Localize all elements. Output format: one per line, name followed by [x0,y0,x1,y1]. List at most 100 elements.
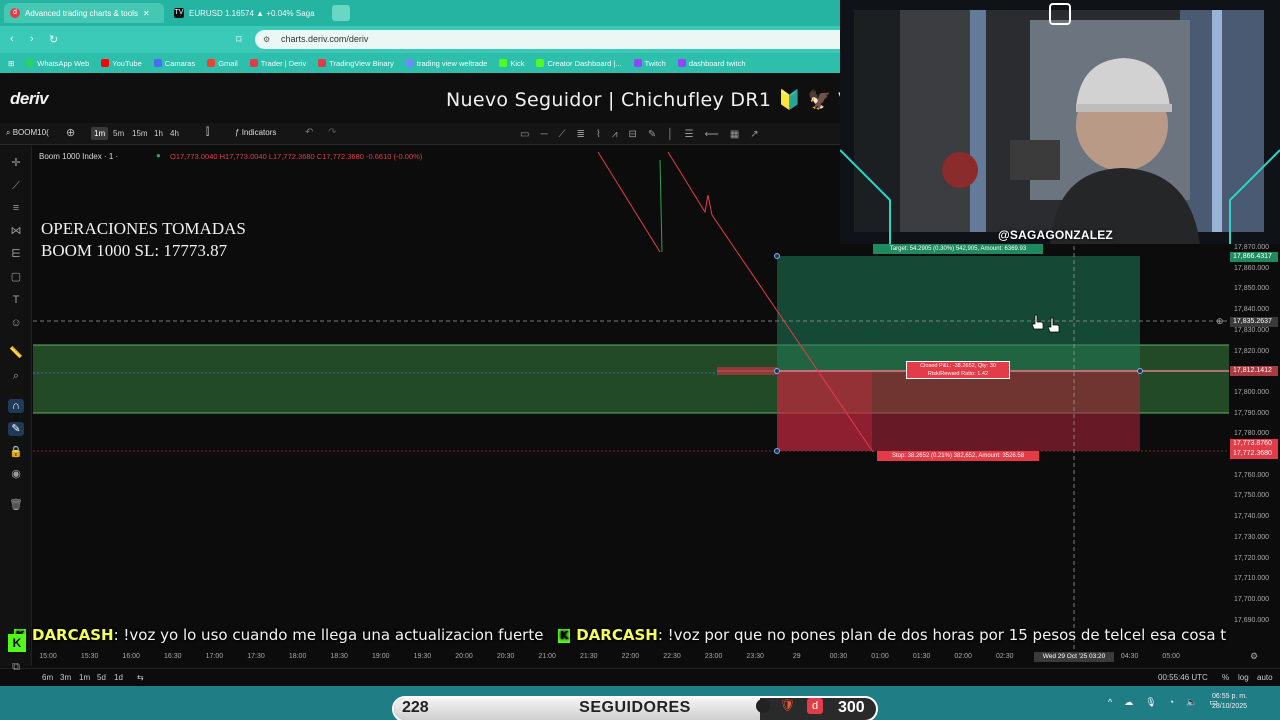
time-tick: 23:30 [746,653,764,660]
price-tick: 17,740.000 [1234,513,1270,521]
target-label[interactable]: Target: 54.2905 (0.30%) 542,905, Amount:… [873,244,1043,254]
target-handle[interactable] [774,253,780,259]
entry-handle-right[interactable] [1137,368,1143,374]
time-tick: 17:30 [247,653,265,660]
time-tick: 18:30 [330,653,348,660]
time-tick: 02:30 [996,653,1014,660]
cloud-icon[interactable]: ☁ [1124,697,1133,708]
time-tick: 17:00 [205,653,224,660]
price-tick: 17,760.000 [1234,471,1270,479]
follower-goal-label: SEGUIDORES [579,699,691,716]
timescale-settings-icon[interactable]: ⚙ [1250,651,1258,662]
price-tick: 17,850.000 [1234,285,1270,293]
closed-pnl-text: Closed P&L: -38.2652, Qty: 30 [920,363,996,369]
price-line-a [597,151,661,253]
tray-chevron-icon[interactable]: ^ [1108,697,1112,708]
time-tick: 15:30 [80,653,99,660]
time-tick: 01:30 [912,653,931,660]
price-tick: 17,730.000 [1234,533,1270,541]
time-tick: 21:30 [580,653,598,660]
webcam-overlay [840,0,1280,244]
deriv-app-icon[interactable]: d [807,698,823,714]
log-scale-toggle[interactable]: log [1238,673,1249,682]
time-tick: 00:30 [829,653,848,660]
price-tick: 17,780.000 [1234,430,1270,438]
overlay-line-2: BOOM 1000 SL: 17773.87 [41,241,228,260]
range-1d[interactable]: 1d [114,673,123,682]
risk-reward-text: Risk/Reward Ratio: 1.42 [927,370,989,377]
price-spike-a [659,159,663,253]
time-tick: 20:30 [496,653,515,660]
brave-browser-icon[interactable]: 🛡 [780,698,795,712]
utc-clock[interactable]: 00:55:46 UTC [1158,673,1208,682]
taskbar-app-icon[interactable] [756,699,770,713]
entry-handle-left[interactable] [774,368,780,374]
price-tick: 17,720.000 [1234,554,1270,562]
position-target-zone[interactable] [777,256,1140,371]
chat-ticker: KDARCASH: !voz yo lo uso cuando me llega… [0,626,1280,650]
chart-bottom-bar [0,668,1280,686]
entry-band [717,367,777,375]
stop-label[interactable]: Stop: 38.2652 (0.21%) 382,652, Amount: 3… [877,451,1039,461]
price-tick: 17,690.000 [1234,616,1270,624]
range-5d[interactable]: 5d [97,673,106,682]
time-tick: 02:00 [954,653,972,660]
time-tick: 15:00 [39,653,57,660]
range-3m[interactable]: 3m [60,673,71,682]
kick-icon: K [558,629,571,643]
price-tick: 17,710.000 [1234,575,1270,583]
ohlc-values: O17,773.0040 H17,773.0040 L17,772.3680 C… [170,152,423,161]
price-tick: 17,820.000 [1234,347,1270,355]
chat-message: : !voz por que no pones plan de dos hora… [657,626,1227,644]
stop-handle[interactable] [774,448,780,454]
last-price-label: 17,772.3680 [1230,449,1278,459]
volume-icon[interactable]: 🔈 [1186,697,1197,708]
wifi-icon[interactable]: ◔ [1169,697,1174,708]
kick-logo-icon: K [8,634,26,652]
time-tick: 19:00 [372,653,390,660]
time-tick: 29 [792,653,801,660]
target-price-label: 17,866.4317 [1230,252,1278,262]
closed-pnl-label[interactable]: Closed P&L: -38.2652, Qty: 30 Risk/Rewar… [906,361,1010,379]
time-tick: 16:30 [164,653,182,660]
percent-scale-toggle[interactable]: % [1222,673,1229,682]
date-range-icon[interactable]: ⇆ [137,673,144,682]
time-tick: 18:00 [288,653,307,660]
time-tick: 05:00 [1162,653,1180,660]
stop-price-label: 17,773.8760 [1230,439,1278,449]
taskbar-time: 06:55 p. m. [1212,693,1248,700]
chart-legend-title[interactable]: Boom 1000 Index · 1 · [39,152,118,161]
layers-icon[interactable]: ⧉ [8,660,24,674]
time-tick: 21:00 [538,653,556,660]
chat-message: : !voz yo lo uso cuando me llega una act… [113,626,544,644]
overlay-line-1: OPERACIONES TOMADAS [41,219,246,238]
price-tick: 17,870.000 [1234,244,1270,251]
time-tick: 23:00 [704,653,723,660]
time-tick: 20:00 [455,653,473,660]
market-status-icon: ● [156,151,161,160]
time-tick: 19:30 [413,653,432,660]
taskbar-date: 28/10/2025 [1212,703,1248,710]
time-tick: 16:00 [122,653,140,660]
auto-scale-toggle[interactable]: auto [1257,673,1273,682]
crosshair-price-label: 17,835.2637 [1230,317,1278,327]
range-6m[interactable]: 6m [42,673,53,682]
time-tick: 22:00 [621,653,640,660]
range-1m[interactable]: 1m [79,673,90,682]
streamer-handle: @SAGAGONZALEZ [998,228,1113,242]
system-tray: ^ ☁ 🎙 ◔ 🔈 ▭ [1108,697,1218,708]
time-tick: 22:30 [663,653,681,660]
taskbar-clock[interactable]: 06:55 p. m. 28/10/2025 [1212,692,1247,712]
follower-count: 228 [402,699,429,716]
webcam-feed [840,0,1280,244]
mic-icon[interactable]: 🎙 [1145,697,1156,708]
add-alert-icon[interactable]: ⊕ [1216,316,1224,327]
closed-trade-zone [777,371,872,451]
entry-price-label: 17,812.1412 [1230,366,1278,376]
chat-user: DARCASH [32,626,114,644]
chat-user: DARCASH [576,626,658,644]
price-tick: 17,700.000 [1234,595,1270,603]
crosshair-time-label: Wed 29 Oct '25 03:20 [1034,652,1114,662]
price-tick: 17,750.000 [1234,492,1270,500]
time-tick: 01:00 [871,653,889,660]
